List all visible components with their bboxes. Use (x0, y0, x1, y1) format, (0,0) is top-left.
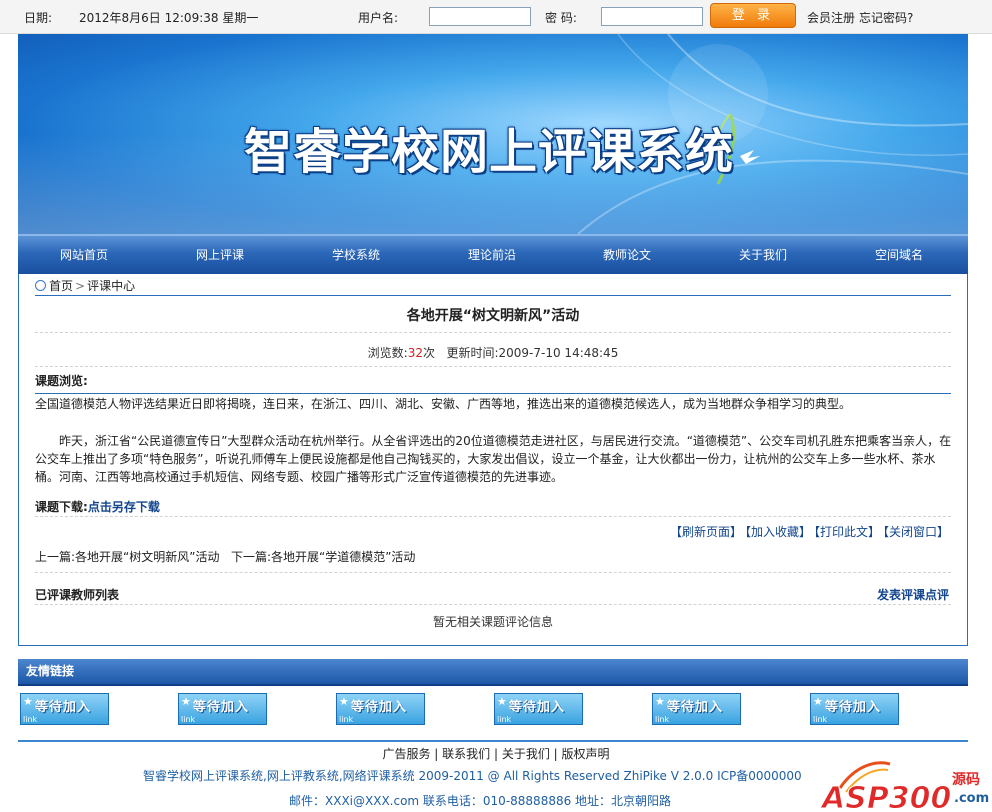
footer-copyright: 智睿学校网上评课系统,网上评教系统,网络评课系统 2009-2011 @ All… (143, 769, 802, 783)
badge-text: 等待加入 (193, 700, 250, 715)
star-icon: ★ (339, 695, 349, 708)
article-actions: 【刷新页面】 【加入收藏】 【打印此文】 【关闭窗口】 (667, 523, 949, 540)
friend-link-badge[interactable]: ★ 等待加入 link (810, 693, 899, 725)
badge-text: 等待加入 (667, 700, 724, 715)
next-article-link[interactable]: 各地开展“学道德模范”活动 (271, 550, 415, 564)
badge-text: 等待加入 (35, 700, 92, 715)
password-label: 密 码: (545, 11, 577, 25)
download-row: 课题下载:点击另存下载 (35, 498, 160, 515)
friend-link-badge[interactable]: ★ 等待加入 link (652, 693, 741, 725)
prev-label: 上一篇: (35, 550, 76, 564)
badge-sub: link (23, 715, 38, 724)
divider (35, 295, 951, 296)
badge-text: 等待加入 (351, 700, 408, 715)
browse-label: 课题浏览: (35, 374, 88, 388)
badge-text: 等待加入 (825, 700, 882, 715)
star-icon: ★ (181, 695, 191, 708)
banner-title: 智睿学校网上评课系统 (244, 124, 735, 180)
post-review-link[interactable]: 发表评课点评 (877, 586, 949, 603)
updated-label: 更新时间: (446, 346, 499, 360)
friend-links-heading: 友情链接 (18, 659, 968, 686)
updated-time: 2009-7-10 14:48:45 (498, 346, 619, 360)
footer-contact: 邮件：XXXi@XXX.com 联系电话：010-88888886 地址：北京朝… (289, 794, 672, 808)
divider (35, 366, 951, 367)
nav-item-domain[interactable]: 空间域名 (839, 236, 959, 274)
views-label: 浏览数: (367, 346, 408, 360)
divider (35, 332, 951, 333)
badge-sub: link (813, 715, 828, 724)
breadcrumb: 首页 > 评课中心 (35, 277, 135, 295)
asp300-logo: ASP300 源码 .com (820, 758, 992, 812)
main-nav: 网站首页 网上评课 学校系统 理论前沿 教师论文 关于我们 空间域名 (18, 234, 968, 274)
footer-link-about[interactable]: 关于我们 (502, 747, 550, 761)
download-link[interactable]: 点击另存下载 (88, 500, 160, 514)
footer-divider (18, 740, 968, 742)
logo-text: ASP300 (820, 781, 951, 812)
friend-link-badge[interactable]: ★ 等待加入 link (494, 693, 583, 725)
breadcrumb-home[interactable]: 首页 (49, 279, 73, 293)
circle-icon (35, 280, 46, 291)
star-icon: ★ (813, 695, 823, 708)
footer-link-copyright[interactable]: 版权声明 (562, 747, 610, 761)
date-label: 日期: (24, 11, 53, 25)
footer-link-ads[interactable]: 广告服务 (382, 747, 430, 761)
article-meta: 浏览数:32次 更新时间:2009-7-10 14:48:45 (19, 344, 967, 361)
refresh-page-link[interactable]: 【刷新页面】 (670, 525, 742, 539)
views-count: 32 (407, 346, 423, 360)
print-link[interactable]: 【打印此文】 (814, 525, 880, 539)
password-input[interactable] (601, 7, 703, 26)
star-icon: ★ (23, 695, 33, 708)
divider (35, 604, 951, 605)
no-review-message: 暂无相关课题评论信息 (432, 615, 553, 629)
views-unit: 次 (423, 346, 436, 360)
star-icon: ★ (655, 695, 665, 708)
article-paragraph: 昨天，浙江省“公民道德宣传日”大型群众活动在杭州举行。从全省评选出的20位道德模… (35, 434, 952, 484)
forgot-password-link[interactable]: 忘记密码? (859, 9, 913, 26)
register-link[interactable]: 会员注册 (807, 9, 855, 26)
badge-sub: link (339, 715, 354, 724)
nav-item-about[interactable]: 关于我们 (703, 236, 823, 274)
article-panel: 首页 > 评课中心 各地开展“树文明新风”活动 浏览数:32次 更新时间:2009-… (18, 274, 968, 646)
nav-item-school-system[interactable]: 学校系统 (296, 236, 416, 274)
article-title: 各地开展“树文明新风”活动 (406, 308, 580, 324)
login-button[interactable]: 登 录 (710, 3, 796, 28)
breadcrumb-separator: > (75, 279, 86, 293)
add-favorite-link[interactable]: 【加入收藏】 (745, 525, 811, 539)
top-bar: 日期: 2012年8月6日 12:09:38 星期一 用户名: 密 码: 登 录… (0, 0, 992, 34)
site-banner: 智睿学校网上评课系统 (18, 34, 968, 234)
logo-sub-top: 源码 (952, 771, 980, 788)
article-paragraph: 全国道德模范人物评选结果近日即将揭晓，连日来，在浙江、四川、湖北、安徽、广西等地… (35, 397, 852, 411)
username-label: 用户名: (358, 11, 399, 25)
nav-item-online-review[interactable]: 网上评课 (160, 236, 280, 274)
next-label: 下一篇: (230, 550, 271, 564)
reviewers-heading: 已评课教师列表 (35, 588, 120, 602)
download-label: 课题下载: (35, 500, 88, 514)
footer-link-contact[interactable]: 联系我们 (442, 747, 490, 761)
friend-link-badge[interactable]: ★ 等待加入 link (178, 693, 267, 725)
badge-text: 等待加入 (509, 700, 566, 715)
bird-icon (740, 150, 760, 164)
nav-item-home[interactable]: 网站首页 (24, 236, 144, 274)
nav-item-theory[interactable]: 理论前沿 (432, 236, 552, 274)
friend-link-badge[interactable]: ★ 等待加入 link (20, 693, 109, 725)
divider (35, 572, 951, 573)
divider (35, 393, 951, 394)
nav-item-teacher-papers[interactable]: 教师论文 (567, 236, 687, 274)
prev-next-nav: 上一篇:各地开展“树文明新风”活动 下一篇:各地开展“学道德模范”活动 (35, 548, 415, 565)
logo-sub-bottom: .com (954, 791, 989, 806)
divider (35, 516, 951, 517)
username-input[interactable] (429, 7, 531, 26)
badge-sub: link (181, 715, 196, 724)
prev-article-link[interactable]: 各地开展“树文明新风”活动 (75, 550, 219, 564)
star-icon: ★ (497, 695, 507, 708)
current-datetime: 2012年8月6日 12:09:38 星期一 (79, 11, 259, 25)
badge-sub: link (655, 715, 670, 724)
friend-link-badge[interactable]: ★ 等待加入 link (336, 693, 425, 725)
close-window-link[interactable]: 【关闭窗口】 (883, 525, 949, 539)
logo-graphic: ASP300 源码 .com (820, 761, 989, 812)
badge-sub: link (497, 715, 512, 724)
breadcrumb-current[interactable]: 评课中心 (87, 279, 135, 293)
